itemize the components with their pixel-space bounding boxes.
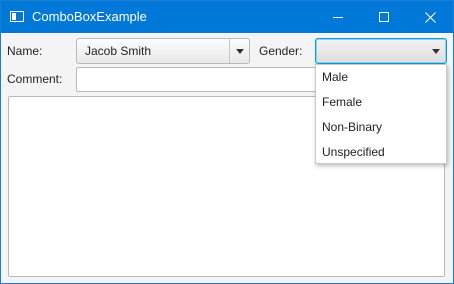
app-window: ComboBoxExample Name: Jacob Smith Gender… xyxy=(0,0,454,284)
name-combobox[interactable]: Jacob Smith xyxy=(76,38,250,64)
close-button[interactable] xyxy=(407,1,453,33)
name-dropdown-button[interactable] xyxy=(229,39,249,63)
comment-label: Comment: xyxy=(7,72,63,86)
gender-dropdown-button[interactable] xyxy=(426,39,446,63)
minimize-icon xyxy=(333,17,343,18)
close-icon xyxy=(424,11,436,23)
minimize-button[interactable] xyxy=(315,1,361,33)
maximize-icon xyxy=(379,12,389,22)
title-bar[interactable]: ComboBoxExample xyxy=(1,1,453,33)
window-title: ComboBoxExample xyxy=(32,9,147,24)
chevron-down-icon xyxy=(235,48,244,54)
gender-option-female[interactable]: Female xyxy=(322,95,362,109)
gender-option-unspecified[interactable]: Unspecified xyxy=(322,145,385,159)
gender-label: Gender: xyxy=(259,44,303,58)
name-label: Name: xyxy=(7,44,43,58)
maximize-button[interactable] xyxy=(361,1,407,33)
gender-combobox[interactable] xyxy=(315,38,447,64)
gender-dropdown-list: Male Female Non-Binary Unspecified xyxy=(315,64,447,164)
chevron-down-icon xyxy=(432,48,440,54)
gender-option-non-binary[interactable]: Non-Binary xyxy=(322,120,382,134)
gender-option-male[interactable]: Male xyxy=(322,70,348,84)
name-value: Jacob Smith xyxy=(85,44,152,58)
app-icon xyxy=(10,11,24,22)
